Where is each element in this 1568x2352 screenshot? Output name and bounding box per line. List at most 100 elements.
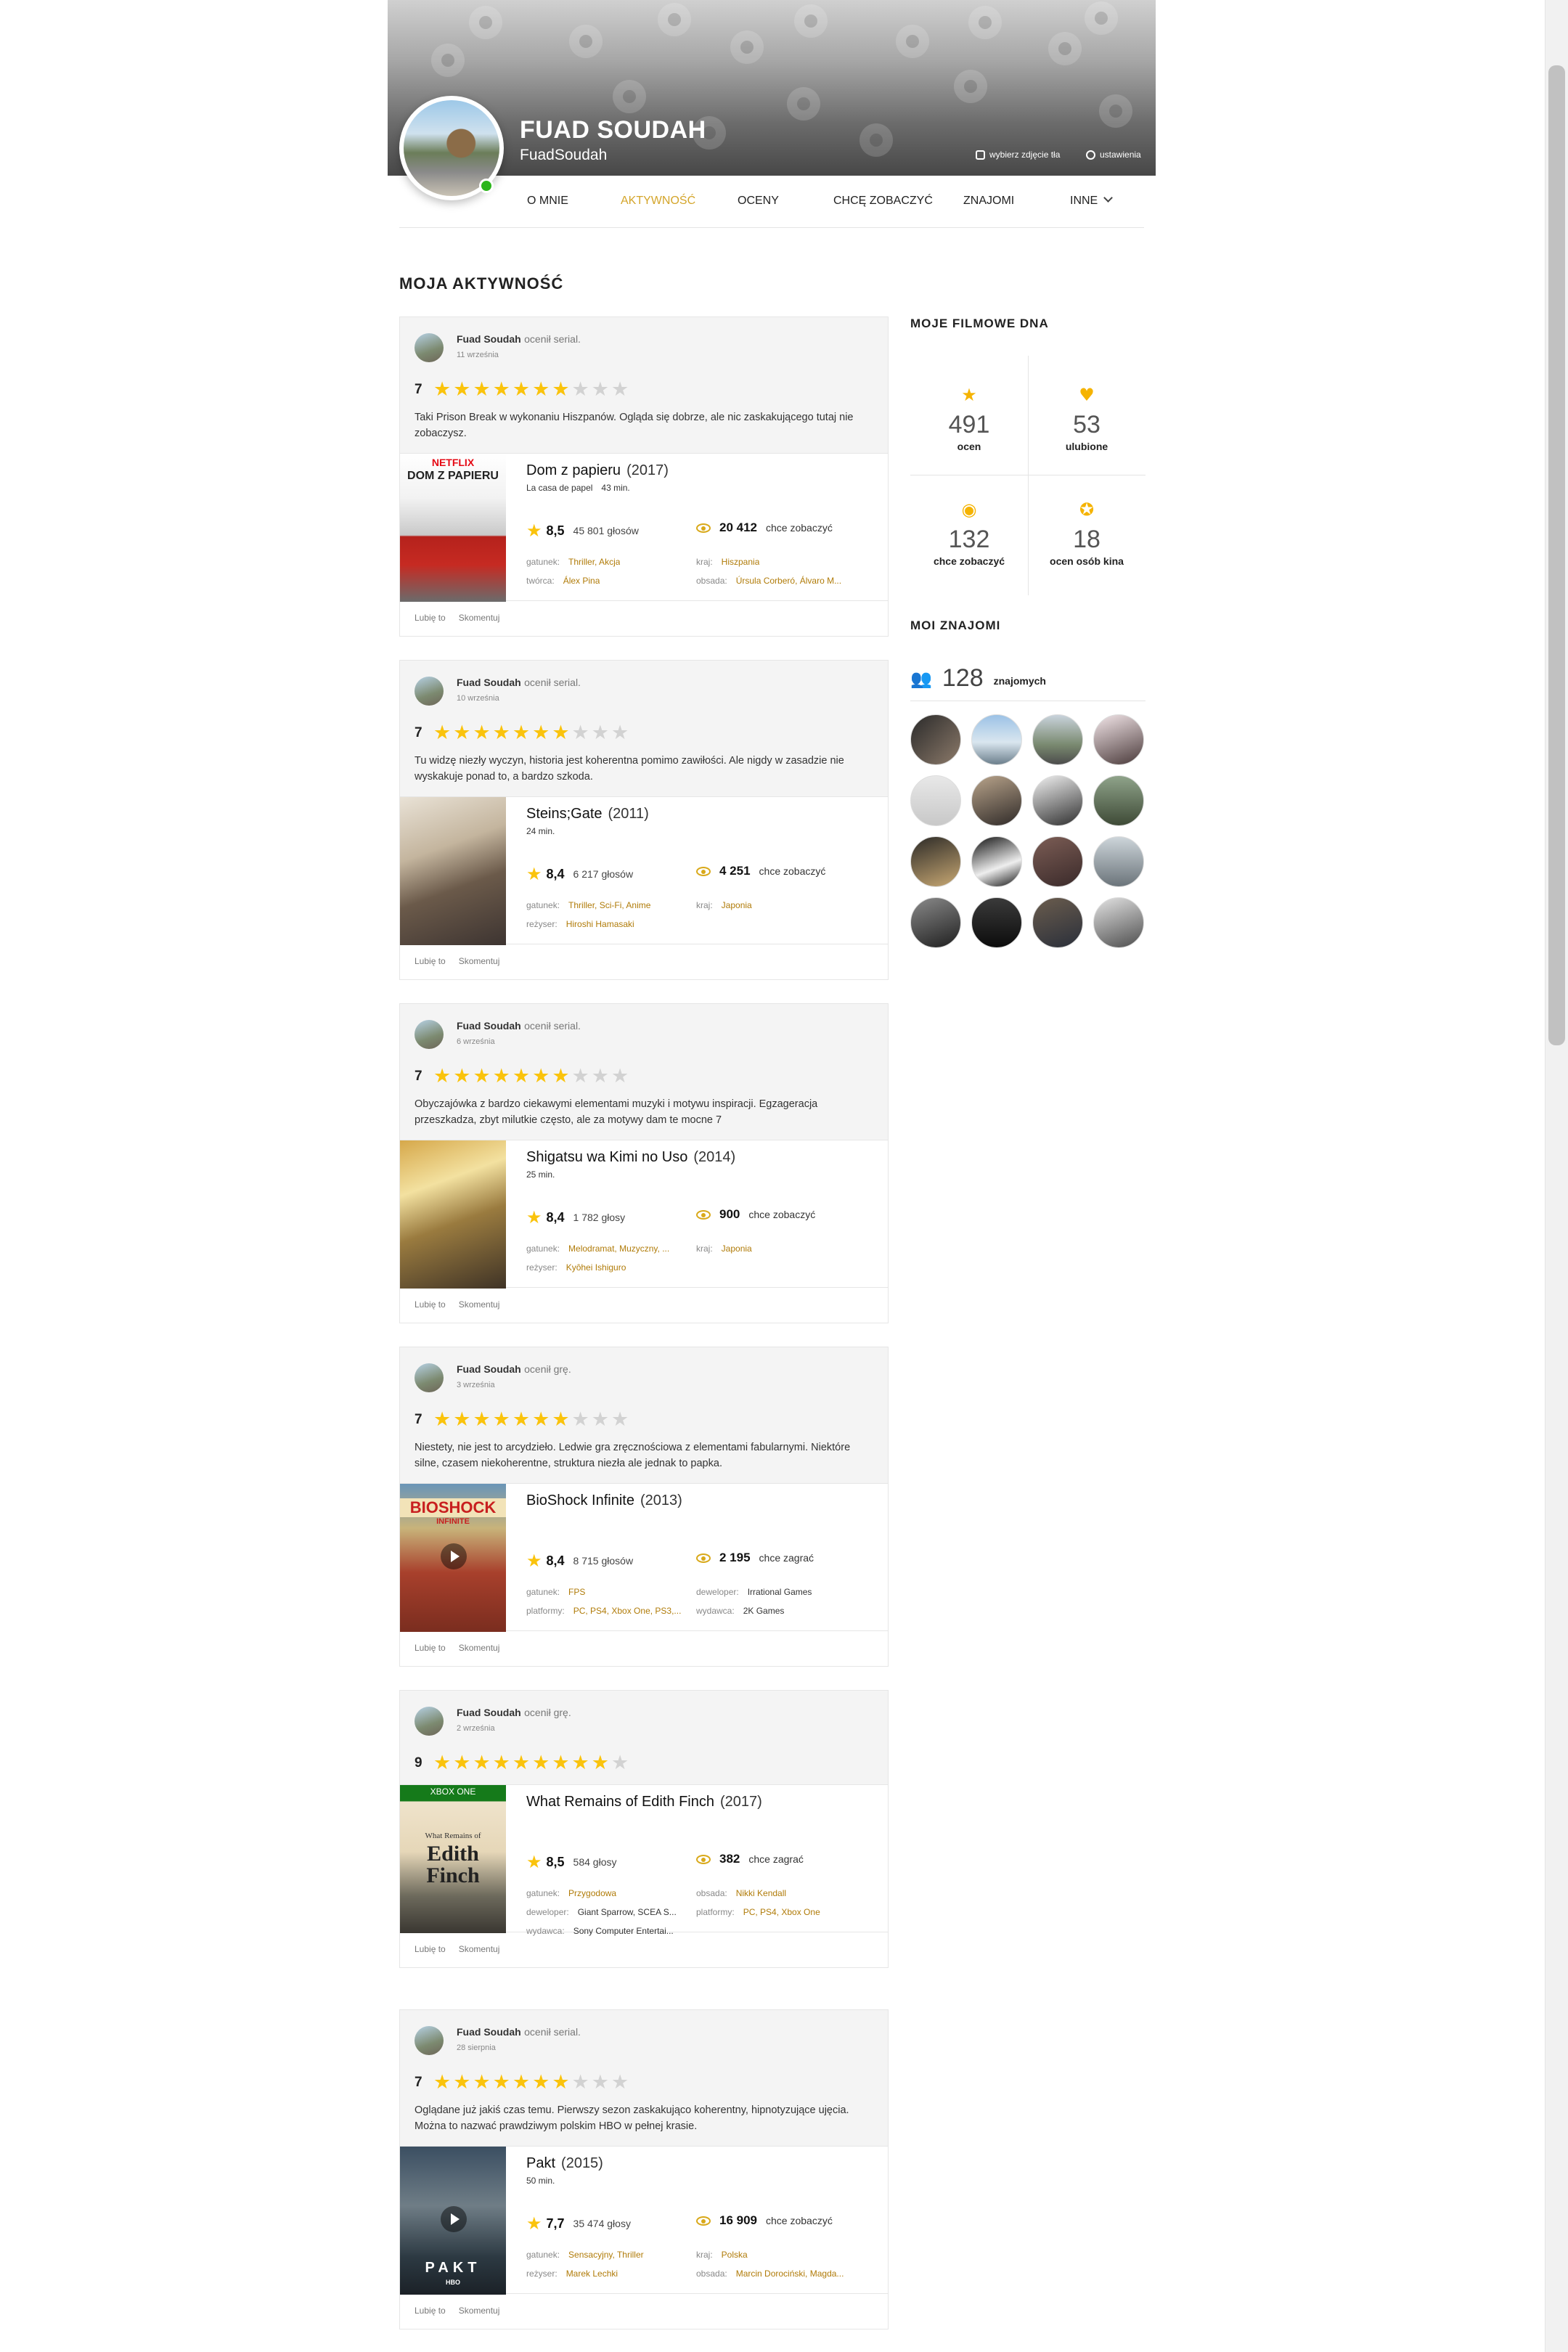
film-title[interactable]: Dom z papieru (2017) [526,462,669,479]
friend-avatar[interactable] [971,775,1022,826]
tab-ratings[interactable]: OCENY [738,195,779,208]
user-name[interactable]: Fuad Soudah [457,1020,521,1032]
tab-more[interactable]: INNE [1070,193,1114,208]
meta-value[interactable]: Thriller, Akcja [568,557,620,567]
film-title-text[interactable]: Shigatsu wa Kimi no Uso [526,1149,687,1165]
like-button[interactable]: Lubię to [415,956,446,966]
scrollbar-thumb[interactable] [1548,65,1565,1045]
film-title-text[interactable]: BioShock Infinite [526,1493,634,1508]
meta-value[interactable]: Japonia [722,900,752,910]
avatar[interactable] [415,2026,444,2055]
meta-value[interactable]: Japonia [722,1244,752,1254]
film-want[interactable]: 4 251 chce zobaczyć [696,864,825,878]
meta-value[interactable]: Przygodowa [568,1888,616,1898]
meta-value[interactable]: PC, PS4, Xbox One, PS3,... [573,1606,682,1616]
meta-value[interactable]: Hiroshi Hamasaki [566,919,634,929]
meta-value[interactable]: Álex Pina [563,576,600,586]
film-poster[interactable]: NETFLIX DOM Z PAPIERU [400,454,506,602]
film-title[interactable]: Shigatsu wa Kimi no Uso (2014) [526,1149,735,1166]
tab-friends[interactable]: ZNAJOMI [963,195,1014,208]
friend-avatar[interactable] [1093,897,1144,948]
film-title-text[interactable]: Dom z papieru [526,462,621,478]
play-icon[interactable] [441,2206,467,2232]
comment-button[interactable]: Skomentuj [459,613,500,623]
meta-value[interactable]: Nikki Kendall [736,1888,786,1898]
meta-value[interactable]: Hiszpania [722,557,760,567]
friend-avatar[interactable] [910,775,961,826]
friend-avatar[interactable] [971,897,1022,948]
film-poster[interactable]: PAKT HBO [400,2147,506,2295]
film-title[interactable]: What Remains of Edith Finch (2017) [526,1794,762,1810]
avatar[interactable] [415,333,444,362]
film-title-text[interactable]: Pakt [526,2155,555,2171]
user-name[interactable]: Fuad Soudah [457,1363,521,1375]
like-button[interactable]: Lubię to [415,613,446,623]
film-want[interactable]: 382 chce zagrać [696,1852,804,1866]
play-icon[interactable] [441,1543,467,1569]
film-title[interactable]: BioShock Infinite (2013) [526,1493,682,1509]
film-poster[interactable]: BIOSHOCK INFINITE [400,1484,506,1632]
avatar[interactable] [415,1707,444,1736]
meta-value[interactable]: Kyôhei Ishiguro [566,1262,626,1273]
friend-avatar[interactable] [1032,897,1083,948]
user-name[interactable]: Fuad Soudah [457,1707,521,1718]
avatar[interactable] [415,1020,444,1049]
tab-about[interactable]: O MNIE [527,195,568,208]
film-want[interactable]: 900 chce zobaczyć [696,1207,815,1222]
like-button[interactable]: Lubię to [415,1643,446,1653]
friend-avatar[interactable] [1093,836,1144,887]
film-want[interactable]: 16 909 chce zobaczyć [696,2213,833,2228]
stat-favorites[interactable]: ♥ 53 ulubione [1028,385,1146,452]
stat-ratings[interactable]: ★ 491 ocen [910,385,1028,452]
tab-activity[interactable]: AKTYWNOŚĆ [621,195,695,208]
comment-button[interactable]: Skomentuj [459,1299,500,1310]
comment-button[interactable]: Skomentuj [459,2306,500,2316]
meta-value[interactable]: Marcin Dorociński, Magda... [736,2269,844,2279]
user-name[interactable]: Fuad Soudah [457,2026,521,2038]
avatar[interactable] [415,1363,444,1392]
like-button[interactable]: Lubię to [415,2306,446,2316]
stat-want-to-see[interactable]: ◉ 132 chce zobaczyć [910,499,1028,567]
meta-value[interactable]: Melodramat, Muzyczny, ... [568,1244,669,1254]
choose-background-link[interactable]: wybierz zdjęcie tła [976,150,1060,160]
film-poster[interactable] [400,797,506,945]
friend-avatar[interactable] [971,836,1022,887]
settings-link[interactable]: ustawienia [1086,150,1141,160]
user-name[interactable]: Fuad Soudah [457,333,521,345]
stat-people-ratings[interactable]: ✪ 18 ocen osób kina [1028,499,1146,567]
friend-avatar[interactable] [910,897,961,948]
meta-value[interactable]: Marek Lechki [566,2269,618,2279]
meta-value[interactable]: Polska [722,2250,748,2260]
comment-button[interactable]: Skomentuj [459,1643,500,1653]
meta-value[interactable]: Sensacyjny, Thriller [568,2250,644,2260]
film-poster[interactable] [400,1140,506,1289]
comment-button[interactable]: Skomentuj [459,956,500,966]
friend-avatar[interactable] [971,714,1022,765]
friend-avatar[interactable] [910,714,961,765]
like-button[interactable]: Lubię to [415,1299,446,1310]
friend-avatar[interactable] [1032,714,1083,765]
friend-avatar[interactable] [1093,775,1144,826]
film-title[interactable]: Steins;Gate (2011) [526,806,649,822]
film-want[interactable]: 20 412 chce zobaczyć [696,520,833,535]
meta-value[interactable]: PC, PS4, Xbox One [743,1907,820,1917]
meta-value[interactable]: Úrsula Corberó, Álvaro M... [736,576,841,586]
friends-count[interactable]: 👥 128 znajomych [910,656,1146,701]
avatar[interactable] [415,677,444,706]
user-name[interactable]: Fuad Soudah [457,677,521,688]
friend-avatar[interactable] [910,836,961,887]
page-scrollbar[interactable] [1545,0,1568,2352]
film-title-text[interactable]: What Remains of Edith Finch [526,1794,714,1810]
friend-avatar[interactable] [1093,714,1144,765]
like-button[interactable]: Lubię to [415,1944,446,1954]
film-poster[interactable]: XBOX ONE What Remains of Edith Finch [400,1785,506,1933]
meta-value[interactable]: FPS [568,1587,585,1597]
tab-want-to-see[interactable]: CHCĘ ZOBACZYĆ [833,195,933,208]
meta-value[interactable]: Thriller, Sci-Fi, Anime [568,900,650,910]
film-title-text[interactable]: Steins;Gate [526,806,603,822]
friend-avatar[interactable] [1032,836,1083,887]
film-title[interactable]: Pakt (2015) [526,2155,603,2172]
comment-button[interactable]: Skomentuj [459,1944,500,1954]
film-want[interactable]: 2 195 chce zagrać [696,1551,814,1565]
friend-avatar[interactable] [1032,775,1083,826]
